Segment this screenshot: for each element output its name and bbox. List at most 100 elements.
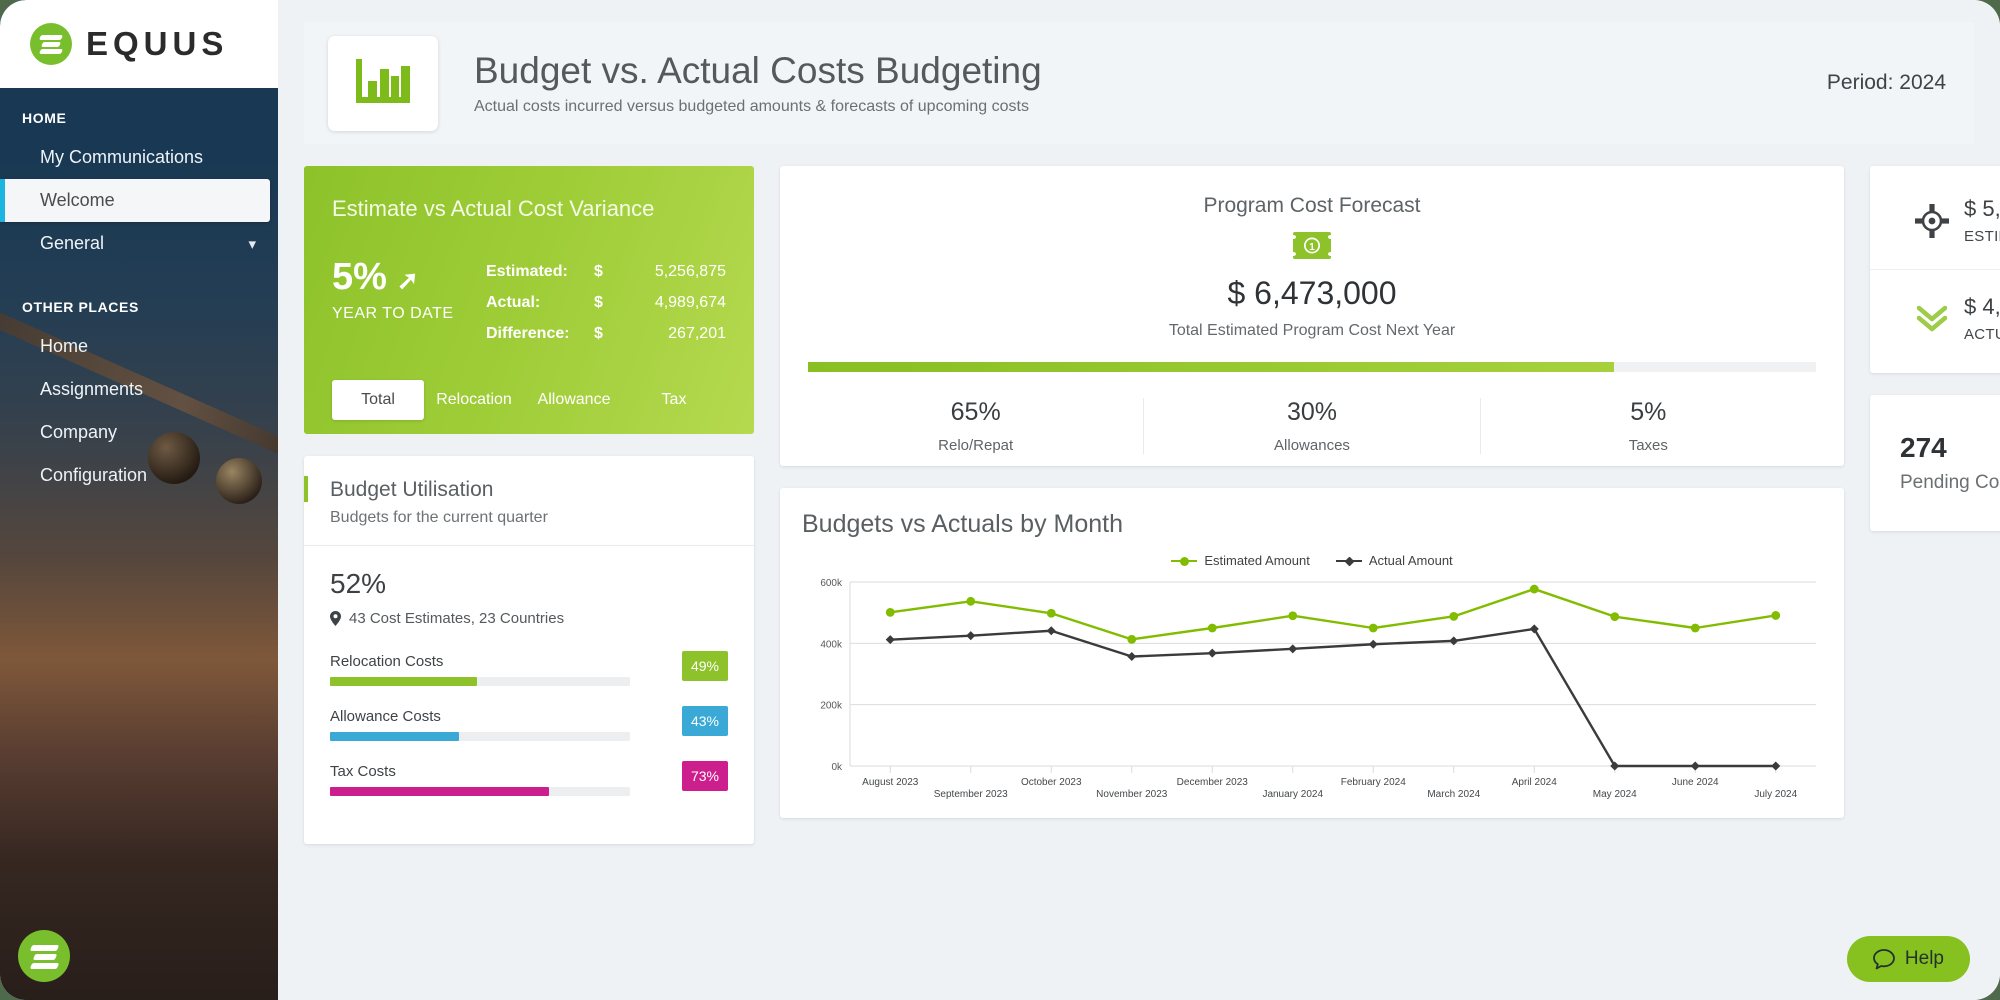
legend-label: Estimated Amount: [1204, 553, 1310, 568]
bar-label: Tax Costs: [330, 763, 396, 780]
sidebar-item-configuration[interactable]: Configuration: [0, 454, 278, 497]
budget-utilisation-meta-text: 43 Cost Estimates, 23 Countries: [349, 610, 565, 627]
row-label: Difference:: [486, 325, 570, 343]
variance-row-difference: Difference: $ 267,201: [486, 318, 726, 349]
row-amount: 5,256,875: [654, 263, 726, 280]
stat-value: 5%: [1630, 398, 1667, 426]
stat-value: $ 5,256,875: [1964, 196, 2000, 221]
forecast-stat-taxes: 5% Taxes: [1479, 398, 1816, 454]
app-window: EQUUS HOME My Communications Welcome Gen…: [0, 0, 2000, 1000]
row-currency: $: [594, 294, 603, 312]
svg-text:1: 1: [1309, 242, 1315, 253]
header-titles: Budget vs. Actual Costs Budgeting Actual…: [474, 50, 1042, 117]
sidebar-item-label: Welcome: [40, 190, 115, 210]
forecast-stats: 65% Relo/Repat 30% Allowances 5% Taxes: [808, 398, 1816, 454]
bar-fill: [330, 677, 477, 686]
sidebar-item-my-communications[interactable]: My Communications: [0, 136, 278, 179]
legend-label: Actual Amount: [1368, 553, 1453, 568]
svg-text:December 2023: December 2023: [1177, 777, 1249, 788]
stat-label: Taxes: [1628, 437, 1668, 454]
bar-value-badge: 43%: [682, 706, 728, 736]
svg-text:September 2023: September 2023: [934, 789, 1008, 800]
equus-corner-logo-icon[interactable]: [18, 930, 70, 982]
sidebar-item-general[interactable]: General ▾: [0, 222, 278, 265]
bar-track: [330, 677, 630, 686]
forecast-progress-fill: [808, 362, 1615, 372]
stat-row-actual-costs-ytd: $ 4,989,674 ACTUAL COSTS YTD: [1870, 269, 2000, 367]
bar-row-relocation-costs: Relocation Costs 49%: [330, 651, 728, 686]
forecast-amount: $ 6,473,000: [1227, 275, 1397, 311]
pending-label: Pending Cost Estimates: [1900, 472, 2000, 493]
chart-plot-area: 0k 200k 400k 600k August 2023 September 2023 O…: [802, 574, 1822, 802]
svg-text:January 2024: January 2024: [1262, 789, 1323, 800]
right-column: $ 5,256,875 ESTIMATED COSTS YTD: [1870, 166, 2000, 844]
nav-section-heading-home: HOME: [22, 110, 67, 126]
budget-utilisation-header: Budget Utilisation Budgets for the curre…: [304, 456, 754, 546]
bar-row-allowance-costs: Allowance Costs 43%: [330, 706, 728, 741]
svg-text:July 2024: July 2024: [1754, 789, 1797, 800]
bar-chart-icon: [328, 35, 438, 131]
tab-tax[interactable]: Tax: [624, 380, 724, 420]
line-chart-svg: 0k 200k 400k 600k August 2023 September 2023 O…: [820, 578, 1816, 800]
forecast-stat-allowances: 30% Allowances: [1143, 398, 1479, 454]
chat-bubble-icon: [1873, 948, 1895, 969]
help-button[interactable]: Help: [1846, 936, 1970, 982]
forecast-stat-relo-repat: 65% Relo/Repat: [808, 398, 1143, 454]
stat-value: 30%: [1286, 398, 1338, 426]
equus-logo-icon: [30, 23, 72, 65]
svg-text:April 2024: April 2024: [1512, 777, 1557, 788]
sidebar-item-home[interactable]: Home: [0, 325, 278, 368]
svg-text:0k: 0k: [831, 762, 843, 773]
sidebar-item-welcome[interactable]: Welcome: [0, 179, 270, 222]
stat-value: $ 4,989,674: [1964, 294, 2000, 319]
bar-track: [330, 732, 630, 741]
chevron-up-icon: ➚: [396, 265, 419, 295]
budget-utilisation-title: Budget Utilisation: [330, 478, 494, 501]
svg-text:200k: 200k: [820, 701, 843, 712]
brand-header: EQUUS: [0, 0, 278, 88]
pending-text: 274 Pending Cost Estimates: [1900, 432, 2000, 494]
variance-row-actual: Actual: $ 4,989,674: [486, 287, 726, 318]
sidebar-item-label: Assignments: [40, 379, 144, 399]
sidebar-item-company[interactable]: Company: [0, 411, 278, 454]
stat-label: Allowances: [1274, 437, 1350, 454]
tab-allowance[interactable]: Allowance: [524, 380, 624, 420]
double-chevron-down-icon: [1900, 304, 1964, 334]
target-icon: [1900, 203, 1964, 238]
page-subtitle: Actual costs incurred versus budgeted am…: [474, 98, 1029, 116]
svg-text:October 2023: October 2023: [1021, 777, 1082, 788]
variance-period-label: YEAR TO DATE: [332, 305, 454, 322]
variance-card: Estimate vs Actual Cost Variance 5% ➚ YE…: [304, 166, 754, 434]
svg-text:400k: 400k: [820, 639, 843, 650]
sidebar-item-label: Configuration: [40, 465, 148, 485]
pending-count: 274: [1900, 432, 1947, 463]
svg-text:March 2024: March 2024: [1427, 789, 1480, 800]
program-cost-forecast-card: Program Cost Forecast 1 $ 6,473,000 Tota…: [780, 166, 1844, 466]
sidebar-item-assignments[interactable]: Assignments: [0, 368, 278, 411]
row-label: Estimated:: [486, 263, 568, 280]
bar-track: [330, 787, 630, 796]
row-label: Actual:: [486, 294, 541, 312]
budget-utilisation-meta: 43 Cost Estimates, 23 Countries: [330, 610, 728, 627]
bar-value-badge: 73%: [682, 761, 728, 791]
ytd-stats-card: $ 5,256,875 ESTIMATED COSTS YTD: [1870, 166, 2000, 373]
chart-title: Budgets vs Actuals by Month: [802, 510, 1124, 538]
stat-text: $ 5,256,875 ESTIMATED COSTS YTD: [1964, 196, 2000, 245]
period-label: Period: 2024: [1826, 71, 1946, 94]
svg-text:February 2024: February 2024: [1341, 777, 1406, 788]
money-bill-icon: 1: [808, 232, 1816, 259]
sidebar-item-label: General: [40, 233, 105, 253]
tab-total[interactable]: Total: [332, 379, 424, 420]
budgets-vs-actuals-chart-card: Budgets vs Actuals by Month Estimated Am…: [780, 488, 1844, 818]
row-currency: $: [594, 325, 603, 343]
row-amount: 267,201: [668, 325, 726, 343]
chevron-down-icon: ▾: [248, 235, 256, 253]
svg-text:600k: 600k: [820, 578, 843, 589]
legend-item-estimated-amount[interactable]: Estimated Amount: [1171, 553, 1310, 568]
variance-percent-wrap: 5% ➚: [332, 256, 486, 299]
tab-relocation[interactable]: Relocation: [424, 380, 524, 420]
nav-section-heading-other-places: OTHER PLACES: [22, 299, 139, 315]
help-label: Help: [1904, 948, 1944, 969]
main-content: Budget vs. Actual Costs Budgeting Actual…: [278, 0, 2000, 1000]
legend-item-actual-amount[interactable]: Actual Amount: [1335, 553, 1453, 568]
